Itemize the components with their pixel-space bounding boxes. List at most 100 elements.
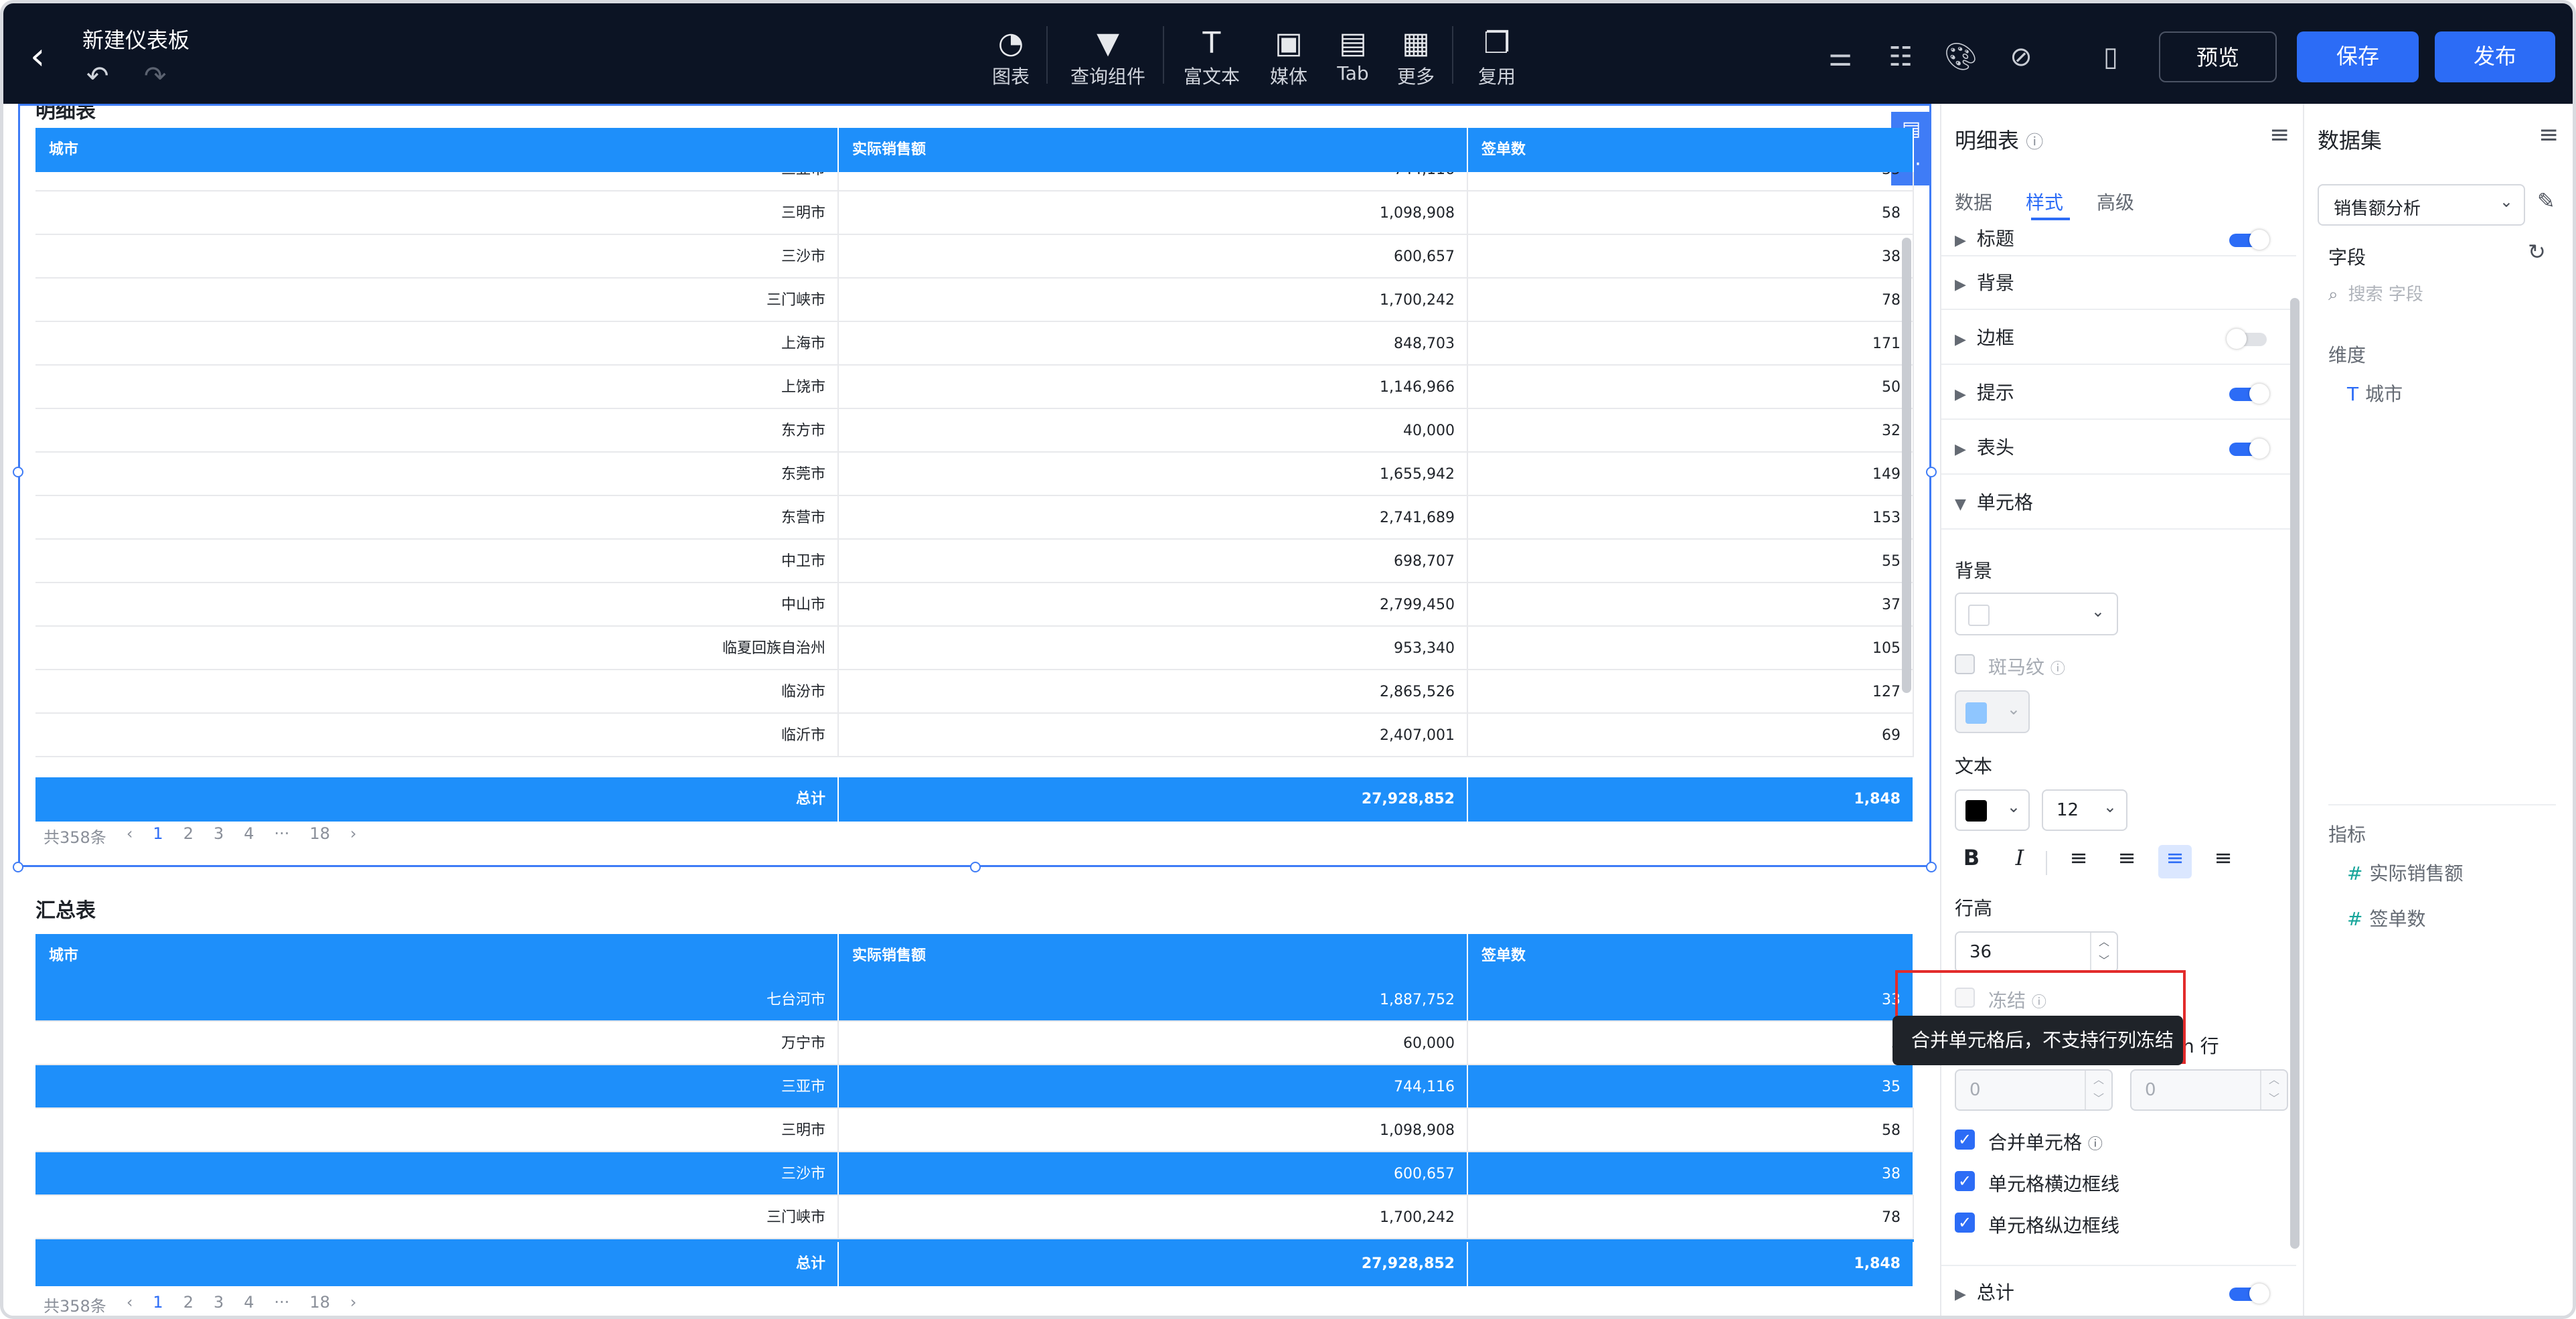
next-page-icon[interactable]: › <box>350 824 357 848</box>
italic-icon[interactable]: I <box>2003 845 2036 870</box>
group-header[interactable]: ▶ 表头 <box>1941 421 2296 475</box>
font-size-select[interactable]: 12 ⌄ <box>2042 789 2127 831</box>
info-icon[interactable]: ⓘ <box>2088 1136 2103 1153</box>
table-row[interactable]: 上海市 848,703 171 <box>35 322 1914 366</box>
undo-icon[interactable]: ↶ <box>86 61 109 92</box>
page-ellipsis[interactable]: ··· <box>274 824 290 848</box>
cell-bg-color-picker[interactable]: ⌄ <box>1955 593 2118 635</box>
row-height-input[interactable]: 36 ︿ ﹀ <box>1955 931 2118 973</box>
toolbar-query-button[interactable]: ▼ 查询组件 <box>1068 25 1148 89</box>
resize-handle[interactable] <box>1926 862 1937 872</box>
align-right-icon[interactable]: ≡ <box>2158 845 2192 878</box>
page-link[interactable]: 1 <box>153 824 163 848</box>
table-row[interactable]: 东方市 40,000 32 <box>35 409 1914 453</box>
tab-data[interactable]: 数据 <box>1955 191 1992 214</box>
palette-icon[interactable]: 🎨︎ <box>1942 38 1980 76</box>
v-border-checkbox[interactable]: ✓ <box>1955 1213 1975 1233</box>
menu-icon[interactable]: ≡ <box>2539 121 2559 149</box>
tab-style[interactable]: 样式 <box>2026 191 2063 214</box>
table-row[interactable]: 东营市 2,741,689 153 <box>35 496 1914 540</box>
field-search[interactable]: ⌕ 搜索 字段 <box>2328 281 2549 314</box>
table-row[interactable]: 三明市 1,098,908 58 <box>35 1109 1914 1152</box>
menu-icon[interactable]: ≡ <box>2269 121 2289 149</box>
text-color-picker[interactable]: ⌄ <box>1955 789 2030 831</box>
toolbar-richtext-button[interactable]: T 富文本 <box>1182 25 1242 89</box>
dataset-select[interactable]: 销售额分析 ⌄ <box>2318 184 2525 226</box>
prev-page-icon[interactable]: ‹ <box>127 824 133 848</box>
stepper-icon[interactable]: ︿ ﹀ <box>2090 933 2117 972</box>
save-button[interactable]: 保存 <box>2297 31 2419 82</box>
toolbar-chart-button[interactable]: ◔ 图表 <box>987 25 1034 89</box>
align-left-icon[interactable]: ≡ <box>2062 845 2095 870</box>
resize-handle[interactable] <box>13 467 23 477</box>
resize-handle[interactable] <box>13 862 23 872</box>
tooltip-toggle[interactable] <box>2229 384 2269 404</box>
metric-field[interactable]: # 签单数 <box>2347 905 2425 931</box>
column-header[interactable]: 实际销售额 <box>839 128 1468 172</box>
group-total[interactable]: ▶ 总计 <box>1941 1265 2296 1316</box>
tab-advanced[interactable]: 高级 <box>2097 191 2134 214</box>
title-toggle[interactable] <box>2229 230 2269 250</box>
group-title[interactable]: ▶ 标题 <box>1941 226 2296 256</box>
chevron-left-icon[interactable]: ‹ <box>30 37 64 77</box>
toolbar-more-button[interactable]: ▦ 更多 <box>1396 25 1436 89</box>
align-justify-icon[interactable]: ≡ <box>2206 845 2240 870</box>
table-row[interactable]: 临夏回族自治州 953,340 105 <box>35 627 1914 670</box>
resize-handle[interactable] <box>1926 467 1937 477</box>
page-ellipsis[interactable]: ··· <box>274 1293 290 1316</box>
page-link[interactable]: 2 <box>183 1293 193 1316</box>
component-list-icon[interactable]: ☷ <box>1882 38 1919 76</box>
table-row[interactable]: 三门峡市 1,700,242 78 <box>35 1196 1914 1239</box>
refresh-icon[interactable]: ↻ <box>2528 239 2546 264</box>
page-link[interactable]: 3 <box>214 1293 224 1316</box>
table-row[interactable]: 万宁市60,0005 <box>35 1022 1914 1065</box>
group-border[interactable]: ▶ 边框 <box>1941 311 2296 365</box>
group-cell[interactable]: ▼ 单元格 <box>1941 476 2296 530</box>
prev-page-icon[interactable]: ‹ <box>127 1293 133 1316</box>
page-link[interactable]: 18 <box>309 1293 330 1316</box>
table-row[interactable]: 东莞市 1,655,942 149 <box>35 453 1914 496</box>
table-row[interactable]: 上饶市 1,146,966 50 <box>35 366 1914 409</box>
table-row[interactable]: 临沂市 2,407,001 69 <box>35 714 1914 757</box>
bold-icon[interactable]: B <box>1955 845 1988 870</box>
publish-button[interactable]: 发布 <box>2435 31 2555 82</box>
table-row[interactable]: 三亚市744,11635 <box>35 172 1914 191</box>
page-link[interactable]: 18 <box>309 824 330 848</box>
border-toggle[interactable] <box>2227 329 2267 349</box>
dimension-field[interactable]: T 城市 <box>2347 380 2403 406</box>
panel-scrollbar[interactable] <box>2290 298 2300 1249</box>
edit-icon[interactable]: ✎ <box>2537 188 2555 214</box>
table-row[interactable]: 三亚市744,11635 <box>35 1065 1914 1109</box>
column-header[interactable]: 城市 <box>35 128 839 172</box>
eye-off-icon[interactable]: ⊘ <box>2002 38 2040 76</box>
metric-field[interactable]: # 实际销售额 <box>2347 859 2463 886</box>
table-row[interactable]: 七台河市 1,887,752 33 <box>35 978 1914 1022</box>
toolbar-media-button[interactable]: ▣ 媒体 <box>1269 25 1309 89</box>
info-icon[interactable]: ⓘ <box>2026 133 2043 153</box>
group-background[interactable]: ▶ 背景 <box>1941 256 2296 310</box>
column-header[interactable]: 签单数 <box>1468 128 1914 172</box>
column-header[interactable]: 签单数 <box>1468 934 1914 978</box>
column-header[interactable]: 城市 <box>35 934 839 978</box>
table-row[interactable]: 三沙市 600,657 38 <box>35 1152 1914 1196</box>
table-scrollbar[interactable] <box>1902 238 1911 693</box>
h-border-checkbox[interactable]: ✓ <box>1955 1171 1975 1191</box>
zebra-checkbox[interactable] <box>1955 654 1975 674</box>
sliders-icon[interactable]: ⚌ <box>1822 38 1859 76</box>
table-row[interactable]: 三明市 1,098,908 58 <box>35 191 1914 235</box>
column-header[interactable]: 实际销售额 <box>839 934 1468 978</box>
group-tooltip[interactable]: ▶ 提示 <box>1941 366 2296 420</box>
page-link[interactable]: 4 <box>244 1293 254 1316</box>
dashboard-title[interactable]: 新建仪表板 <box>82 23 189 54</box>
align-center-icon[interactable]: ≡ <box>2110 845 2144 870</box>
merge-cells-checkbox[interactable]: ✓ <box>1955 1130 1975 1150</box>
next-page-icon[interactable]: › <box>350 1293 357 1316</box>
table-row[interactable]: 临汾市 2,865,526 127 <box>35 670 1914 714</box>
total-toggle[interactable] <box>2229 1284 2269 1304</box>
table-row[interactable]: 中山市 2,799,450 37 <box>35 583 1914 627</box>
page-link[interactable]: 3 <box>214 824 224 848</box>
page-link[interactable]: 4 <box>244 824 254 848</box>
toolbar-reuse-button[interactable]: ❐ 复用 <box>1473 25 1520 89</box>
table-row[interactable]: 三沙市 600,657 38 <box>35 235 1914 279</box>
preview-button[interactable]: 预览 <box>2159 31 2277 82</box>
